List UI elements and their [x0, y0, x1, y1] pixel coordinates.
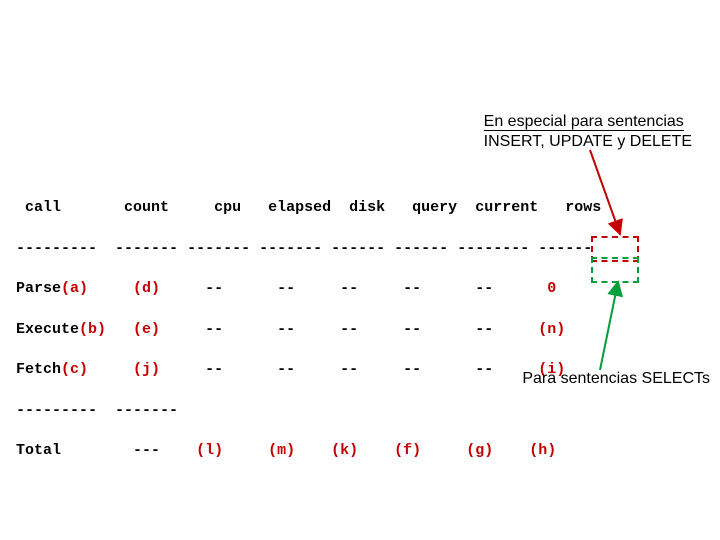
header-row: call count cpu elapsed disk query curren… — [16, 198, 601, 218]
stats-table: call count cpu elapsed disk query curren… — [16, 178, 601, 482]
hdr-disk: disk — [349, 199, 385, 216]
caption-dml: En especial para sentencias INSERT, UPDA… — [484, 112, 692, 152]
total-rows: (h) — [529, 442, 556, 459]
hdr-call: call — [25, 199, 61, 216]
hdr-count: count — [124, 199, 169, 216]
hdr-rows: rows — [565, 199, 601, 216]
hdr-cpu: cpu — [214, 199, 241, 216]
execute-label: Execute — [16, 321, 79, 338]
total-count: --- — [133, 442, 160, 459]
total-label: Total — [16, 442, 61, 459]
sep-row-1: --------- ------- ------- ------- ------… — [16, 239, 601, 259]
caption-dml-line2: INSERT, UPDATE y DELETE — [484, 133, 692, 150]
fetch-count: (j) — [133, 361, 160, 378]
execute-count: (e) — [133, 321, 160, 338]
execute-ref: (b) — [79, 321, 106, 338]
total-query: (f) — [394, 442, 421, 459]
hdr-current: current — [475, 199, 538, 216]
parse-rows: 0 — [547, 280, 556, 297]
fetch-label: Fetch — [16, 361, 61, 378]
execute-row: Execute(b) (e) -- -- -- -- -- (n) — [16, 320, 601, 340]
total-disk: (k) — [331, 442, 358, 459]
hdr-elapsed: elapsed — [268, 199, 331, 216]
caption-select: Para sentencias SELECTs — [522, 370, 710, 388]
caption-dml-line1: En especial para sentencias — [484, 113, 684, 131]
execute-rows: (n) — [538, 321, 565, 338]
total-row: Total --- (l) (m) (k) (f) (g) (h) — [16, 441, 601, 461]
parse-ref: (a) — [61, 280, 88, 297]
total-cpu: (l) — [196, 442, 223, 459]
sep-row-2: --------- ------- — [16, 401, 601, 421]
total-elapsed: (m) — [268, 442, 295, 459]
hdr-query: query — [412, 199, 457, 216]
fetch-row: Fetch(c) (j) -- -- -- -- -- (i) — [16, 360, 601, 380]
fetch-ref: (c) — [61, 361, 88, 378]
parse-row: Parse(a) (d) -- -- -- -- -- 0 — [16, 279, 601, 299]
parse-count: (d) — [133, 280, 160, 297]
parse-label: Parse — [16, 280, 61, 297]
arrow-select — [600, 282, 618, 370]
total-current: (g) — [466, 442, 493, 459]
